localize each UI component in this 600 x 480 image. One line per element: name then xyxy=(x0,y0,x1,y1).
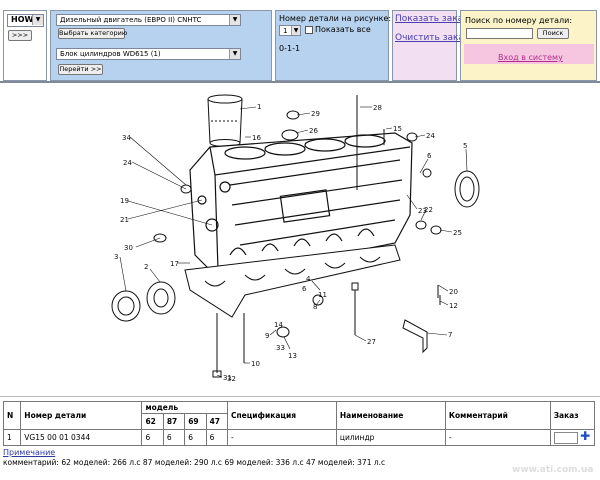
search-title: Поиск по номеру детали: xyxy=(465,16,573,25)
parts-table: N Номер детали модель Спецификация Наиме… xyxy=(2,401,596,446)
callout: 20 xyxy=(449,288,458,296)
cell-part-number: VG15 00 01 0344 xyxy=(20,429,143,446)
callout: 27 xyxy=(367,338,376,346)
navigate-button[interactable]: Перейти >> xyxy=(58,64,103,75)
callout: 16 xyxy=(252,134,261,142)
chevron-down-icon: ▼ xyxy=(32,15,43,25)
callout: 32 xyxy=(227,375,236,383)
assembly-select[interactable]: Блок цилиндров WD615 (1) ▼ xyxy=(56,48,241,60)
part-number-select[interactable]: 1 ▼ xyxy=(279,25,301,36)
callout: 12 xyxy=(449,302,458,310)
cell-name: цилиндр xyxy=(335,429,446,446)
col-header-spec: Спецификация xyxy=(226,401,337,430)
col-header-model: 62 xyxy=(141,413,164,430)
callout: 6 xyxy=(302,285,307,293)
col-header-model: 87 xyxy=(162,413,186,430)
search-panel: Поиск по номеру детали: Поиск Вход в сис… xyxy=(460,10,597,81)
cell-model: 6 xyxy=(205,429,228,446)
cell-n: 1 xyxy=(2,429,22,446)
col-header-models: модель xyxy=(141,401,228,414)
catalog-selection-panel: Дизельный двигатель (ЕВРО II) CNHTC ▼ Вы… xyxy=(50,10,272,81)
part-number-panel: Номер детали на рисунке: 1 ▼ Показать вс… xyxy=(275,10,392,81)
callout: 24 xyxy=(426,132,435,140)
callout: 24 xyxy=(123,159,132,167)
callout: 34 xyxy=(122,134,131,142)
cell-model: 6 xyxy=(184,429,207,446)
callout: 19 xyxy=(120,197,129,205)
cell-model: 6 xyxy=(162,429,186,446)
cylinder-liner xyxy=(207,94,243,147)
cell-order: ✚ xyxy=(549,429,596,446)
col-header-model: 69 xyxy=(184,413,207,430)
part-number-title: Номер детали на рисунке: xyxy=(279,14,392,23)
assembly-select-value: Блок цилиндров WD615 (1) xyxy=(60,50,161,58)
callout: 4 xyxy=(306,275,311,283)
exploded-drawing: 1 16 29 26 28 15 24 34 24 5 6 19 21 22 2… xyxy=(0,85,600,397)
callout: 28 xyxy=(373,104,382,112)
col-header-n: N xyxy=(2,401,22,430)
callout: 6 xyxy=(427,152,432,160)
col-header-part-number: Номер детали xyxy=(20,401,143,430)
callout: 14 xyxy=(274,321,283,329)
callout: 15 xyxy=(393,125,402,133)
show-all-checkbox[interactable] xyxy=(305,26,313,34)
clear-order-link[interactable]: Очистить заказ xyxy=(395,33,469,43)
callout: 1 xyxy=(257,103,261,111)
watermark: www.ati.com.ua xyxy=(512,465,594,475)
callout: 25 xyxy=(453,229,462,237)
part-code: 0-1-1 xyxy=(279,44,301,53)
callout: 17 xyxy=(170,260,179,268)
callout: 23 xyxy=(418,207,427,215)
add-to-order-icon[interactable]: ✚ xyxy=(580,429,590,443)
callout: 10 xyxy=(251,360,260,368)
note-link[interactable]: Примечание xyxy=(3,448,55,457)
table-row: 1 VG15 00 01 0344 6 6 6 6 - цилиндр - ✚ xyxy=(2,429,596,446)
callout: 30 xyxy=(124,244,133,252)
chevron-down-icon: ▼ xyxy=(229,15,240,25)
part-number-select-value: 1 xyxy=(283,27,288,35)
col-header-comment: Комментарий xyxy=(444,401,551,430)
engine-select[interactable]: Дизельный двигатель (ЕВРО II) CNHTC ▼ xyxy=(56,14,241,26)
callout: 26 xyxy=(309,127,318,135)
cell-spec: - xyxy=(226,429,337,446)
col-header-order: Заказ xyxy=(549,401,596,430)
select-category-button[interactable]: Выбрать категорию xyxy=(58,28,127,39)
callout: 21 xyxy=(120,216,129,224)
chevron-down-icon: ▼ xyxy=(291,26,300,35)
cell-model: 6 xyxy=(141,429,164,446)
order-quantity-input[interactable] xyxy=(553,432,578,444)
callout: 33 xyxy=(276,344,285,352)
cell-comment: - xyxy=(444,429,551,446)
show-all-label: Показать все xyxy=(315,25,371,34)
callout: 2 xyxy=(144,263,148,271)
brand-select[interactable]: HOWO ▼ xyxy=(7,14,44,27)
brand-panel: HOWO ▼ >>> xyxy=(3,10,47,81)
callout: 3 xyxy=(114,253,118,261)
login-link[interactable]: Вход в систему xyxy=(498,53,563,62)
top-toolbar: HOWO ▼ >>> Дизельный двигатель (ЕВРО II)… xyxy=(0,0,600,83)
note-text: комментарий: 62 моделей: 266 л.с 87 моде… xyxy=(3,458,386,467)
callout: 7 xyxy=(448,331,452,339)
show-order-link[interactable]: Показать заказ xyxy=(395,14,468,24)
search-button[interactable]: Поиск xyxy=(537,28,569,39)
callout: 5 xyxy=(463,142,467,150)
callout: 8 xyxy=(313,303,317,311)
callout: 9 xyxy=(265,332,269,340)
chevron-down-icon: ▼ xyxy=(229,49,240,59)
cylinder-block-diagram: 1 16 29 26 28 15 24 34 24 5 6 19 21 22 2… xyxy=(111,94,480,383)
col-header-name: Наименование xyxy=(335,401,446,430)
brand-go-button[interactable]: >>> xyxy=(8,30,32,41)
table-header-row: N Номер детали модель Спецификация Наиме… xyxy=(2,401,596,430)
callout: 11 xyxy=(318,291,327,299)
engine-select-value: Дизельный двигатель (ЕВРО II) CNHTC xyxy=(60,16,202,24)
callout: 13 xyxy=(288,352,297,360)
callout: 29 xyxy=(311,110,320,118)
search-input[interactable] xyxy=(466,28,533,39)
order-links-panel: Показать заказ Очистить заказ xyxy=(392,10,469,81)
col-header-model: 47 xyxy=(205,413,228,430)
